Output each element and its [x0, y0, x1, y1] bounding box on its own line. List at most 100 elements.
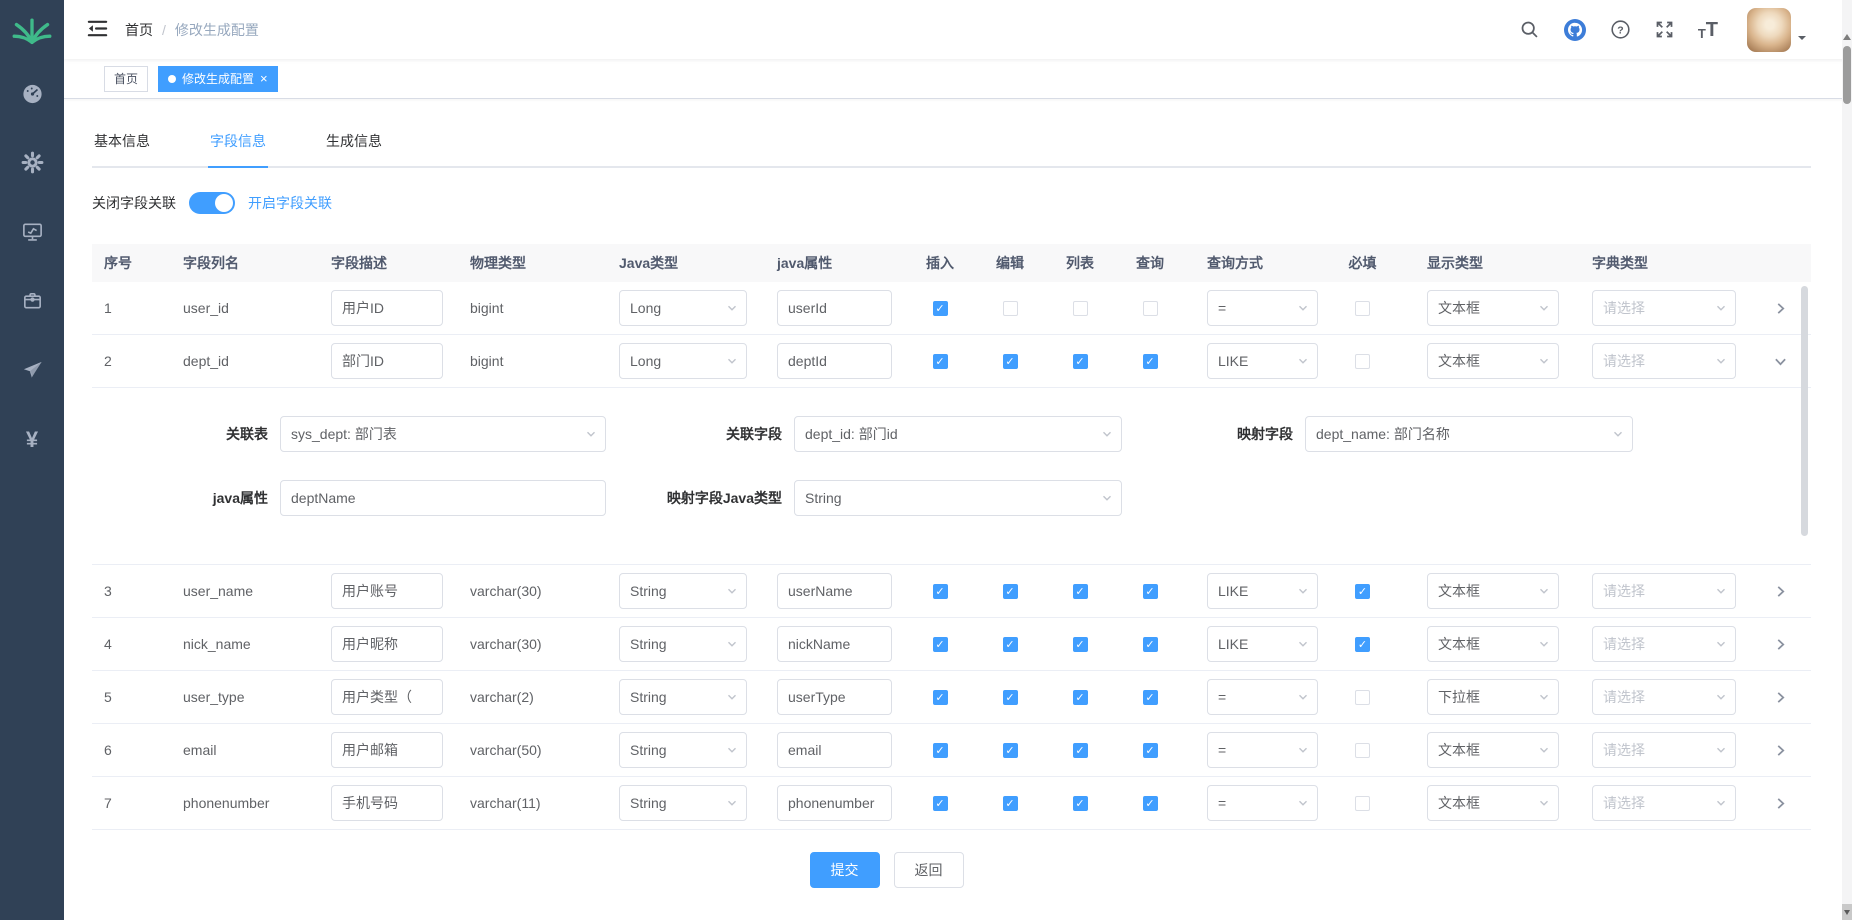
insert-checkbox[interactable]: ✓: [933, 743, 948, 758]
required-checkbox[interactable]: [1355, 354, 1370, 369]
table-scrollbar-thumb[interactable]: [1801, 286, 1808, 536]
search-icon[interactable]: [1519, 19, 1540, 40]
github-icon[interactable]: [1563, 18, 1587, 42]
display-type-select[interactable]: 文本框: [1427, 343, 1559, 379]
edit-checkbox[interactable]: ✓: [1003, 584, 1018, 599]
list-checkbox[interactable]: ✓: [1073, 637, 1088, 652]
display-type-select[interactable]: 下拉框: [1427, 679, 1559, 715]
display-type-select[interactable]: 文本框: [1427, 573, 1559, 609]
expand-row-toggle[interactable]: [1773, 637, 1788, 652]
query-mode-select[interactable]: LIKE: [1207, 573, 1318, 609]
list-checkbox[interactable]: [1073, 301, 1088, 316]
font-size-icon[interactable]: TT: [1698, 20, 1718, 40]
field-desc-input[interactable]: [331, 679, 443, 715]
expand-row-toggle[interactable]: [1773, 690, 1788, 705]
relation-field-select[interactable]: dept_id: 部门id: [794, 416, 1122, 452]
list-checkbox[interactable]: ✓: [1073, 354, 1088, 369]
insert-checkbox[interactable]: ✓: [933, 637, 948, 652]
required-checkbox[interactable]: [1355, 301, 1370, 316]
query-mode-select[interactable]: LIKE: [1207, 343, 1318, 379]
edit-checkbox[interactable]: [1003, 301, 1018, 316]
fullscreen-icon[interactable]: [1654, 19, 1675, 40]
insert-checkbox[interactable]: ✓: [933, 796, 948, 811]
close-icon[interactable]: ×: [260, 72, 268, 85]
page-scrollbar[interactable]: [1842, 0, 1852, 920]
insert-checkbox[interactable]: ✓: [933, 690, 948, 705]
list-checkbox[interactable]: ✓: [1073, 796, 1088, 811]
breadcrumb-home[interactable]: 首页: [125, 20, 153, 40]
app-logo[interactable]: [0, 0, 64, 60]
java-type-select[interactable]: String: [619, 785, 747, 821]
back-button[interactable]: 返回: [894, 852, 964, 888]
display-type-select[interactable]: 文本框: [1427, 732, 1559, 768]
mapping-java-type-select[interactable]: String: [794, 480, 1122, 516]
required-checkbox[interactable]: [1355, 743, 1370, 758]
display-type-select[interactable]: 文本框: [1427, 290, 1559, 326]
expand-row-toggle[interactable]: [1773, 743, 1788, 758]
field-desc-input[interactable]: [331, 732, 443, 768]
query-checkbox[interactable]: ✓: [1143, 796, 1158, 811]
required-checkbox[interactable]: [1355, 690, 1370, 705]
java-attr-input[interactable]: [777, 679, 892, 715]
field-desc-input[interactable]: [331, 290, 443, 326]
java-attr-input[interactable]: [777, 290, 892, 326]
required-checkbox[interactable]: [1355, 796, 1370, 811]
query-mode-select[interactable]: =: [1207, 290, 1318, 326]
sidebar-item-tools[interactable]: [0, 267, 64, 336]
java-type-select[interactable]: String: [619, 732, 747, 768]
dict-type-select[interactable]: 请选择: [1592, 290, 1736, 326]
scroll-up-arrow-icon[interactable]: [1843, 30, 1851, 40]
relation-toggle-switch[interactable]: [189, 192, 235, 214]
tag-home[interactable]: 首页: [104, 66, 148, 92]
tag-edit-gen-config[interactable]: 修改生成配置 ×: [158, 66, 278, 92]
scroll-down-button[interactable]: [1842, 904, 1852, 920]
collapse-menu-button[interactable]: [86, 17, 109, 43]
expand-row-toggle[interactable]: [1773, 301, 1788, 316]
insert-checkbox[interactable]: ✓: [933, 584, 948, 599]
insert-checkbox[interactable]: ✓: [933, 301, 948, 316]
mapping-java-attr-input[interactable]: [280, 480, 606, 516]
required-checkbox[interactable]: ✓: [1355, 584, 1370, 599]
java-type-select[interactable]: String: [619, 679, 747, 715]
required-checkbox[interactable]: ✓: [1355, 637, 1370, 652]
expand-row-toggle[interactable]: [1773, 354, 1788, 369]
java-attr-input[interactable]: [777, 573, 892, 609]
dict-type-select[interactable]: 请选择: [1592, 679, 1736, 715]
field-desc-input[interactable]: [331, 573, 443, 609]
dict-type-select[interactable]: 请选择: [1592, 626, 1736, 662]
java-type-select[interactable]: Long: [619, 343, 747, 379]
java-attr-input[interactable]: [777, 343, 892, 379]
query-checkbox[interactable]: ✓: [1143, 637, 1158, 652]
list-checkbox[interactable]: ✓: [1073, 743, 1088, 758]
mapping-field-select[interactable]: dept_name: 部门名称: [1305, 416, 1633, 452]
query-mode-select[interactable]: =: [1207, 785, 1318, 821]
expand-row-toggle[interactable]: [1773, 584, 1788, 599]
dict-type-select[interactable]: 请选择: [1592, 573, 1736, 609]
sidebar-item-system[interactable]: [0, 129, 64, 198]
dict-type-select[interactable]: 请选择: [1592, 343, 1736, 379]
dict-type-select[interactable]: 请选择: [1592, 732, 1736, 768]
tab-basic-info[interactable]: 基本信息: [92, 125, 152, 166]
field-desc-input[interactable]: [331, 785, 443, 821]
display-type-select[interactable]: 文本框: [1427, 785, 1559, 821]
query-mode-select[interactable]: =: [1207, 679, 1318, 715]
edit-checkbox[interactable]: ✓: [1003, 354, 1018, 369]
java-attr-input[interactable]: [777, 785, 892, 821]
dict-type-select[interactable]: 请选择: [1592, 785, 1736, 821]
list-checkbox[interactable]: ✓: [1073, 690, 1088, 705]
sidebar-item-monitor[interactable]: [0, 198, 64, 267]
tab-generate-info[interactable]: 生成信息: [324, 125, 384, 166]
sidebar-item-pay[interactable]: ¥: [0, 405, 64, 474]
submit-button[interactable]: 提交: [810, 852, 880, 888]
insert-checkbox[interactable]: ✓: [933, 354, 948, 369]
sidebar-item-guide[interactable]: [0, 336, 64, 405]
field-desc-input[interactable]: [331, 343, 443, 379]
display-type-select[interactable]: 文本框: [1427, 626, 1559, 662]
edit-checkbox[interactable]: ✓: [1003, 637, 1018, 652]
expand-row-toggle[interactable]: [1773, 796, 1788, 811]
relation-table-select[interactable]: sys_dept: 部门表: [280, 416, 606, 452]
help-icon[interactable]: ?: [1610, 19, 1631, 40]
edit-checkbox[interactable]: ✓: [1003, 690, 1018, 705]
edit-checkbox[interactable]: ✓: [1003, 796, 1018, 811]
sidebar-item-dashboard[interactable]: [0, 60, 64, 129]
